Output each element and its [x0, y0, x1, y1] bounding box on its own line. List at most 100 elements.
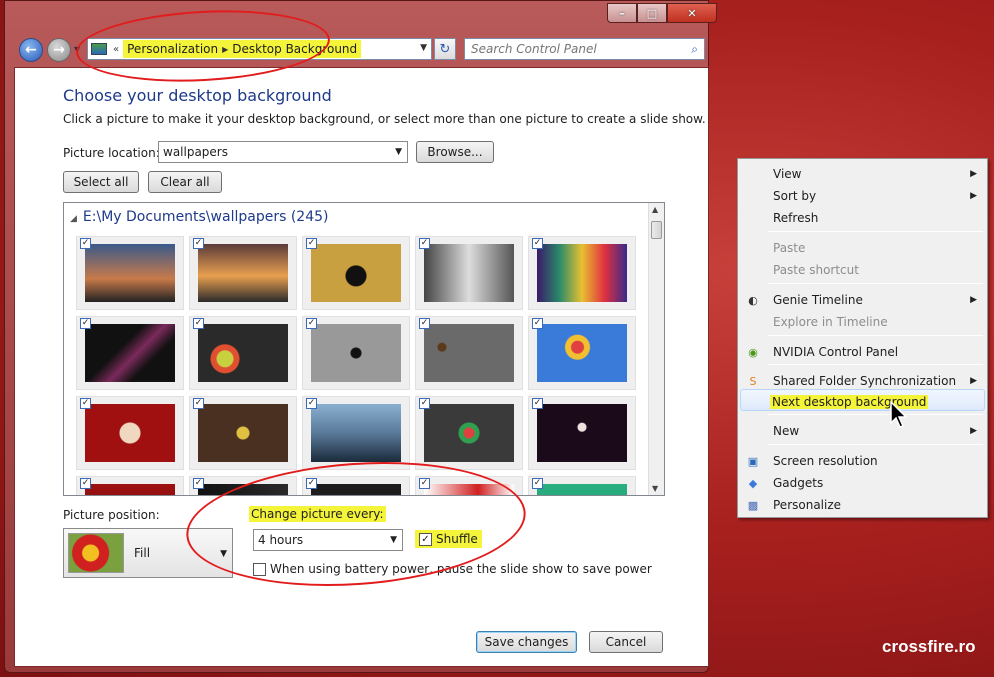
thumbnail-checkbox[interactable]: ✓ [306, 238, 317, 249]
picture-position-value: Fill [134, 546, 151, 560]
thumbnail-checkbox[interactable]: ✓ [80, 238, 91, 249]
menu-item-next-desktop-background[interactable]: Next desktop background [738, 391, 987, 413]
menu-separator [768, 335, 983, 336]
wallpaper-thumbnail[interactable]: ✓ [76, 476, 184, 495]
wallpaper-thumbnail[interactable]: ✓ [528, 476, 636, 495]
thumbnail-checkbox[interactable]: ✓ [193, 318, 204, 329]
scroll-down-icon[interactable]: ▼ [652, 484, 658, 493]
search-box[interactable]: ⌕ [464, 38, 705, 60]
monitor-icon: ▣ [747, 454, 759, 468]
bridge-sky-thumbnail-image [311, 404, 401, 462]
thumbnail-checkbox[interactable]: ✓ [419, 238, 430, 249]
wallpaper-thumbnail[interactable]: ✓ [189, 236, 297, 310]
wallpaper-thumbnail[interactable]: ✓ [415, 316, 523, 390]
wallpaper-thumbnail[interactable]: ✓ [302, 316, 410, 390]
forward-button[interactable]: → [47, 38, 71, 62]
nvidia-icon: ◉ [748, 345, 758, 359]
flash-logo-thumbnail-image [85, 404, 175, 462]
folder-group-label: E:\My Documents\wallpapers (245) [82, 209, 329, 225]
chevron-down-icon: ▼ [395, 147, 402, 157]
save-changes-button[interactable]: Save changes [476, 631, 577, 653]
cancel-button[interactable]: Cancel [589, 631, 663, 653]
menu-item-sort-by[interactable]: Sort by ▶ [738, 185, 987, 207]
browse-button[interactable]: Browse... [416, 141, 494, 163]
gray-circle-thumbnail-image [311, 324, 401, 382]
menu-separator [768, 414, 983, 415]
minimize-button[interactable]: – [607, 3, 637, 23]
thumbnail-checkbox[interactable]: ✓ [193, 238, 204, 249]
search-icon[interactable]: ⌕ [691, 42, 698, 57]
select-all-button[interactable]: Select all [63, 171, 139, 193]
menu-item-refresh[interactable]: Refresh [738, 207, 987, 229]
genie-icon: ◐ [748, 293, 758, 307]
thumbnail-checkbox[interactable]: ✓ [193, 478, 204, 489]
menu-item-view[interactable]: View ▶ [738, 163, 987, 185]
thumbnail-checkbox[interactable]: ✓ [306, 318, 317, 329]
menu-item-label: Explore in Timeline [773, 315, 888, 329]
scroll-up-icon[interactable]: ▲ [652, 205, 658, 214]
menu-item-label: Paste shortcut [773, 263, 859, 277]
thumbnail-checkbox[interactable]: ✓ [306, 398, 317, 409]
sync-icon: S [749, 374, 757, 388]
wallpaper-thumbnail[interactable]: ✓ [528, 396, 636, 470]
thumbnail-checkbox[interactable]: ✓ [532, 478, 543, 489]
picture-location-select[interactable]: wallpapers ▼ [158, 141, 408, 163]
menu-item-label: New [773, 424, 800, 438]
wallpaper-thumbnail[interactable]: ✓ [415, 236, 523, 310]
menu-item-personalize[interactable]: ▩ Personalize [738, 494, 987, 516]
menu-item-shared-folder-synchronization[interactable]: S Shared Folder Synchronization ▶ [738, 370, 987, 392]
menu-item-new[interactable]: New ▶ [738, 420, 987, 442]
menu-item-label: Refresh [773, 211, 819, 225]
thumbnail-checkbox[interactable]: ✓ [532, 238, 543, 249]
scrollbar-thumb[interactable] [651, 221, 662, 239]
wallpaper-thumbnail[interactable]: ✓ [189, 316, 297, 390]
chess-pieces-thumbnail-image [424, 244, 514, 302]
dark-abstract-thumbnail-image [85, 324, 175, 382]
picture-position-label: Picture position: [63, 508, 160, 522]
wallpaper-thumbnail[interactable]: ✓ [528, 316, 636, 390]
search-input[interactable] [465, 42, 675, 56]
menu-separator [768, 364, 983, 365]
wallpaper-thumbnail[interactable]: ✓ [189, 396, 297, 470]
thumbnail-checkbox[interactable]: ✓ [532, 398, 543, 409]
menu-item-gadgets[interactable]: ◆ Gadgets [738, 472, 987, 494]
gallery-scrollbar[interactable]: ▲ ▼ [648, 203, 664, 495]
wallpaper-thumbnail[interactable]: ✓ [302, 396, 410, 470]
wallpaper-thumbnail[interactable]: ✓ [76, 236, 184, 310]
menu-item-nvidia-control-panel[interactable]: ◉ NVIDIA Control Panel [738, 341, 987, 363]
clear-all-button[interactable]: Clear all [148, 171, 222, 193]
menu-separator [768, 231, 983, 232]
dot-pixels-thumbnail-image [198, 324, 288, 382]
wallpaper-thumbnail[interactable]: ✓ [76, 316, 184, 390]
wallpaper-thumbnail[interactable]: ✓ [528, 236, 636, 310]
refresh-button[interactable]: ↻ [434, 38, 456, 60]
close-button[interactable]: ✕ [667, 3, 717, 23]
back-button[interactable]: ← [19, 38, 43, 62]
menu-item-screen-resolution[interactable]: ▣ Screen resolution [738, 450, 987, 472]
picture-location-value: wallpapers [163, 145, 228, 159]
wallpaper-thumbnail[interactable]: ✓ [415, 396, 523, 470]
wallpaper-thumbnail[interactable]: ✓ [76, 396, 184, 470]
watermark: crossfire.ro [882, 637, 976, 656]
green-partial-thumbnail-image [537, 484, 627, 495]
desktop-context-menu: View ▶ Sort by ▶ Refresh Paste Paste shortcut ◐… [737, 158, 988, 518]
back-arrow-icon: ← [25, 42, 37, 58]
wallpaper-gallery[interactable]: ◢ E:\My Documents\wallpapers (245) ✓ ✓ ✓ ✓ ✓ ✓… [63, 202, 665, 496]
thumbnail-checkbox[interactable]: ✓ [419, 318, 430, 329]
pinwheel-thumbnail-image [424, 404, 514, 462]
menu-item-genie-timeline[interactable]: ◐ Genie Timeline ▶ [738, 289, 987, 311]
thumbnail-checkbox[interactable]: ✓ [80, 478, 91, 489]
thumbnail-checkbox[interactable]: ✓ [193, 398, 204, 409]
menu-item-label: Sort by [773, 189, 817, 203]
address-dropdown-icon[interactable]: ▼ [420, 43, 427, 53]
collapse-triangle-icon[interactable]: ◢ [70, 214, 77, 224]
maximize-button[interactable]: □ [637, 3, 667, 23]
wallpaper-thumbnail[interactable]: ✓ [302, 236, 410, 310]
menu-item-label: Gadgets [773, 476, 824, 490]
sunset-sea-thumbnail-image [198, 244, 288, 302]
thumbnail-checkbox[interactable]: ✓ [80, 318, 91, 329]
thumbnail-checkbox[interactable]: ✓ [532, 318, 543, 329]
thumbnail-checkbox[interactable]: ✓ [419, 398, 430, 409]
folder-group-header[interactable]: ◢ E:\My Documents\wallpapers (245) [70, 209, 328, 225]
thumbnail-checkbox[interactable]: ✓ [80, 398, 91, 409]
